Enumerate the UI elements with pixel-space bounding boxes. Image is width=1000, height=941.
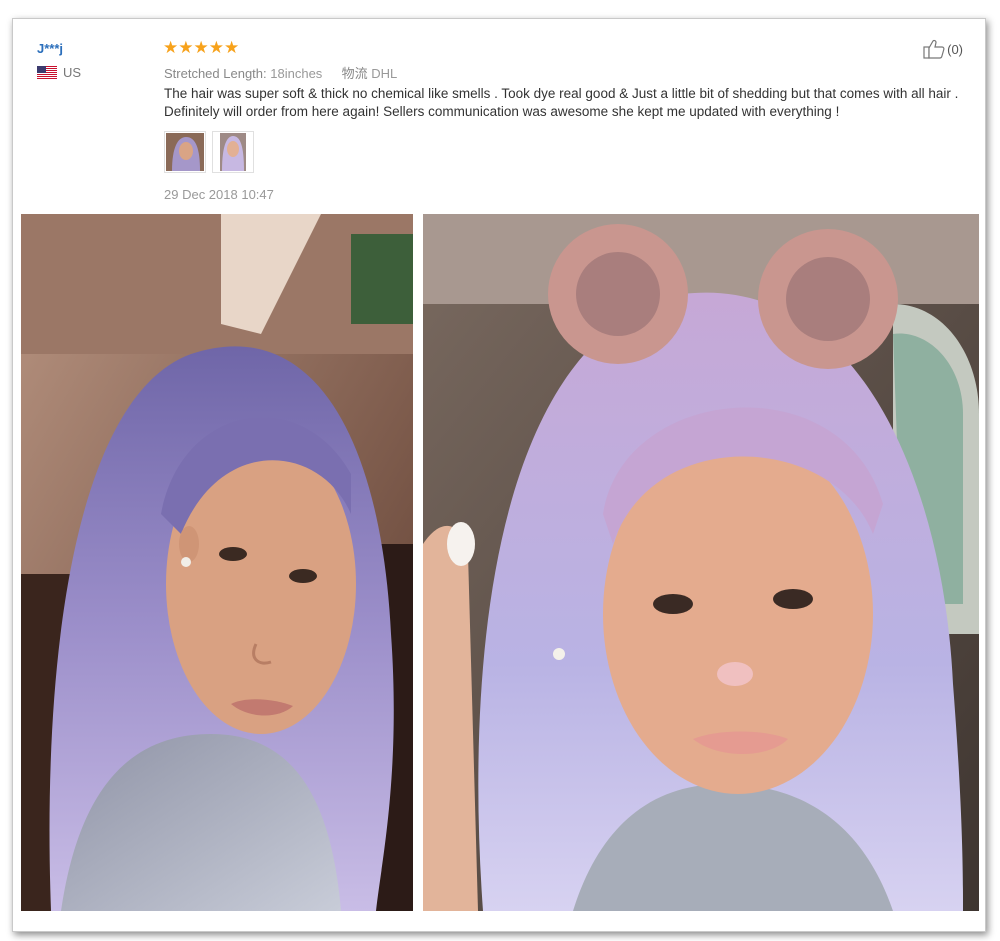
us-flag-icon xyxy=(37,66,57,79)
photo-thumbnail-2[interactable] xyxy=(212,131,254,173)
photo-thumbnails xyxy=(164,131,260,173)
star-icon: ★ xyxy=(208,38,224,57)
length-value: 18inches xyxy=(270,66,323,81)
star-icon: ★ xyxy=(163,38,179,57)
helpful-button[interactable]: (0) xyxy=(923,39,963,59)
reviewer-name[interactable]: J***j xyxy=(37,41,63,56)
review-text: The hair was super soft & thick no chemi… xyxy=(164,86,959,119)
star-icon: ★ xyxy=(178,38,194,57)
length-label: Stretched Length: xyxy=(164,66,267,81)
review-photo-right[interactable] xyxy=(423,214,979,911)
star-icon: ★ xyxy=(224,38,240,57)
review-date: 29 Dec 2018 10:47 xyxy=(164,187,274,202)
thumbs-up-icon xyxy=(923,39,945,59)
star-rating: ★ ★ ★ ★ ★ xyxy=(163,39,239,57)
shipping-value: DHL xyxy=(371,66,398,81)
shipping-label: 物流 xyxy=(341,66,368,81)
reviewer-country: US xyxy=(37,65,81,80)
star-icon: ★ xyxy=(193,38,209,57)
review-photo-left[interactable] xyxy=(21,214,413,911)
selfie-photo-2 xyxy=(423,214,979,911)
review-card: J***j US ★ ★ ★ ★ ★ Stretched Length: 18i… xyxy=(12,18,986,932)
helpful-count: (0) xyxy=(947,41,963,57)
selfie-photo-1 xyxy=(21,214,413,911)
photo-thumbnail-1[interactable] xyxy=(164,131,206,173)
product-meta: Stretched Length: 18inches 物流 DHL xyxy=(164,63,397,82)
country-label: US xyxy=(63,65,82,80)
